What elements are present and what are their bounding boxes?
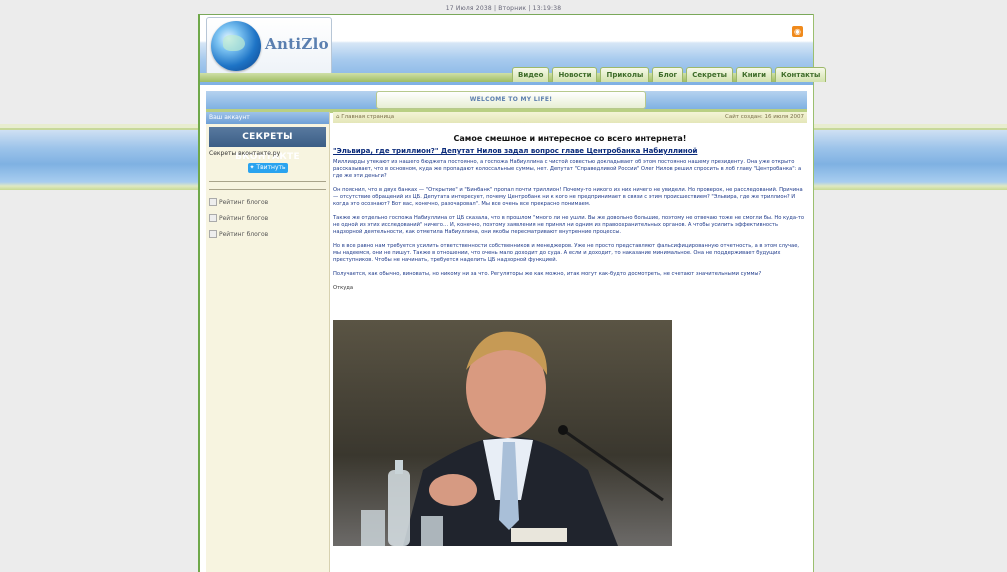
main-nav: Видео Новости Приколы Блог Секреты Книги… bbox=[512, 67, 827, 83]
rating-badge[interactable]: Рейтинг блогов bbox=[209, 198, 329, 206]
tweet-button[interactable]: ✦ Твитнуть bbox=[247, 163, 288, 173]
tweet-label: Твитнуть bbox=[256, 164, 286, 171]
welcome-banner: WELCOME TO MY LIFE! bbox=[376, 91, 646, 109]
main-content: ⌂ Главная страница Сайт создан: 16 июля … bbox=[333, 112, 807, 572]
rss-icon[interactable]: ◉ bbox=[792, 26, 803, 37]
divider bbox=[209, 181, 326, 182]
twitter-icon: ✦ bbox=[249, 164, 255, 171]
sidebar-header: Ваш аккаунт bbox=[206, 112, 329, 124]
article-paragraph: Миллиарды утекают из нашего бюджета пост… bbox=[333, 159, 802, 179]
page-container: AntiZlo ◉ Видео Новости Приколы Блог Сек… bbox=[198, 14, 827, 572]
article-paragraph: Получается, как обычно, виноваты, но ник… bbox=[333, 271, 762, 277]
broken-image-icon bbox=[209, 230, 217, 238]
globe-icon bbox=[211, 21, 261, 71]
nav-item-secrets[interactable]: Секреты bbox=[686, 67, 733, 82]
vk-banner[interactable]: СЕКРЕТЫ ВКОНТАКТЕ bbox=[209, 127, 326, 162]
rating-label: Рейтинг блогов bbox=[219, 214, 269, 222]
article-paragraph: Он пояснил, что в двух банках — "Открыти… bbox=[333, 187, 803, 207]
nav-item-books[interactable]: Книги bbox=[736, 67, 773, 82]
article-paragraph: Но в все равно нам требуется усилить отв… bbox=[333, 243, 800, 263]
rating-label: Рейтинг блогов bbox=[219, 198, 269, 206]
logo-text: AntiZlo bbox=[265, 35, 329, 53]
article-paragraph: Также же отдельно госпожа Набиуллина от … bbox=[333, 215, 805, 235]
divider bbox=[209, 189, 326, 190]
rating-badge[interactable]: Рейтинг блогов bbox=[209, 230, 329, 238]
rating-badge[interactable]: Рейтинг блогов bbox=[209, 214, 329, 222]
nav-item-jokes[interactable]: Приколы bbox=[600, 67, 650, 82]
vk-link[interactable]: Секреты вконтакте.ру bbox=[209, 150, 329, 157]
article-title[interactable]: "Эльвира, где триллион?" Депутат Нилов з… bbox=[333, 147, 807, 155]
breadcrumb: ⌂ Главная страница Сайт создан: 16 июля … bbox=[333, 112, 807, 123]
nav-item-contacts[interactable]: Контакты bbox=[775, 67, 827, 82]
sidebar: Ваш аккаунт СЕКРЕТЫ ВКОНТАКТЕ Секреты вк… bbox=[206, 112, 330, 572]
nav-item-blog[interactable]: Блог bbox=[652, 67, 684, 82]
nav-item-news[interactable]: Новости bbox=[552, 67, 598, 82]
page-title: Самое смешное и интересное со всего инте… bbox=[453, 134, 687, 143]
site-logo[interactable]: AntiZlo bbox=[206, 17, 332, 75]
broken-image-icon bbox=[209, 198, 217, 206]
breadcrumb-home[interactable]: ⌂ Главная страница bbox=[336, 112, 394, 123]
site-header: AntiZlo ◉ Видео Новости Приколы Блог Сек… bbox=[200, 14, 827, 85]
photo-illustration bbox=[333, 320, 672, 546]
source-link[interactable]: Откуда bbox=[333, 285, 807, 291]
nav-item-video[interactable]: Видео bbox=[512, 67, 550, 82]
rating-label: Рейтинг блогов bbox=[219, 230, 269, 238]
broken-image-icon bbox=[209, 214, 217, 222]
article-photo bbox=[333, 320, 672, 546]
site-created-date: Сайт создан: 16 июля 2007 bbox=[725, 114, 804, 120]
date-time-bar: 17 Июля 2038 | Вторник | 13:19:38 bbox=[445, 5, 562, 12]
